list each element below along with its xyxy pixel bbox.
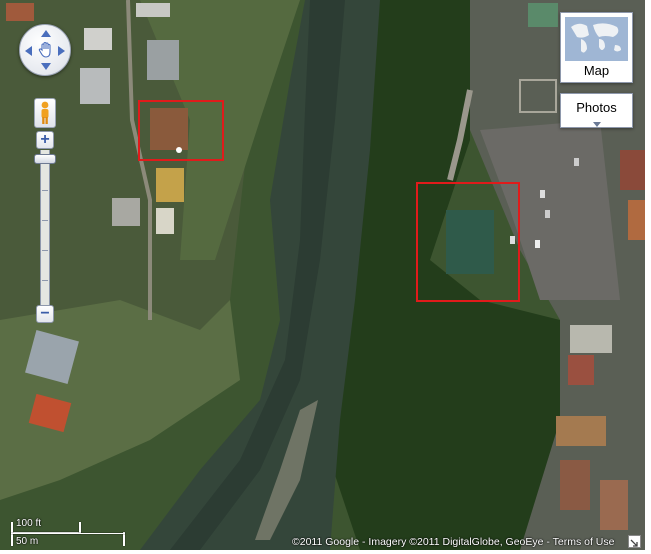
zoom-slider-track[interactable]	[40, 150, 50, 305]
world-map-thumbnail-icon	[565, 17, 628, 61]
church-roof	[446, 210, 494, 274]
parked-car	[535, 240, 540, 248]
parked-car	[510, 236, 515, 244]
map-type-button[interactable]: Map	[560, 12, 633, 83]
building	[628, 200, 645, 240]
building	[528, 3, 558, 27]
scale-imperial-tick	[79, 522, 81, 533]
zoom-in-button[interactable]: +	[36, 131, 54, 149]
resize-corner-icon[interactable]	[628, 535, 641, 548]
scale-metric-bar	[11, 533, 125, 534]
building	[84, 28, 112, 50]
photos-label: Photos	[576, 100, 617, 115]
street-view-pegman[interactable]	[34, 98, 56, 128]
parked-car	[574, 158, 579, 166]
zoom-slider-thumb[interactable]	[34, 154, 56, 164]
building	[6, 3, 34, 21]
pan-down-arrow-icon[interactable]	[41, 63, 51, 70]
photos-button[interactable]: Photos	[560, 93, 633, 128]
building	[156, 168, 184, 202]
zoom-out-button[interactable]: −	[36, 305, 54, 323]
hand-icon[interactable]	[37, 41, 55, 59]
building	[600, 480, 628, 530]
scale-imperial-label: 100 ft	[16, 518, 42, 529]
location-marker-icon[interactable]	[176, 147, 182, 153]
scale-bar: 100 ft 50 m	[9, 518, 129, 548]
chevron-down-icon	[593, 122, 601, 127]
scale-metric-label: 50 m	[16, 536, 39, 547]
building	[560, 460, 590, 510]
pan-up-arrow-icon[interactable]	[41, 30, 51, 37]
satellite-imagery	[0, 0, 645, 550]
map-type-label: Map	[583, 63, 610, 78]
building	[156, 208, 174, 234]
parked-car	[545, 210, 550, 218]
pan-right-arrow-icon[interactable]	[58, 46, 65, 56]
street-view-pegman-icon	[41, 101, 49, 124]
parked-car	[540, 190, 545, 198]
scale-left-tick	[11, 522, 13, 546]
building	[568, 355, 594, 385]
building	[80, 68, 110, 104]
building	[136, 3, 170, 17]
pan-control	[19, 24, 71, 76]
building	[556, 416, 606, 446]
copyright-notice[interactable]: ©2011 Google - Imagery ©2011 DigitalGlob…	[292, 536, 614, 548]
scale-metric-tick	[123, 532, 125, 546]
building	[147, 40, 179, 80]
building	[112, 198, 140, 226]
building	[570, 325, 612, 353]
building	[620, 150, 645, 190]
satellite-map[interactable]: + − Map Photos 100 ft 50 m ©2011 Google …	[0, 0, 645, 550]
zoom-control: + −	[34, 131, 56, 325]
building	[150, 108, 188, 150]
map-frame: + − Map Photos 100 ft 50 m ©2011 Google …	[0, 0, 651, 554]
pan-left-arrow-icon[interactable]	[25, 46, 32, 56]
